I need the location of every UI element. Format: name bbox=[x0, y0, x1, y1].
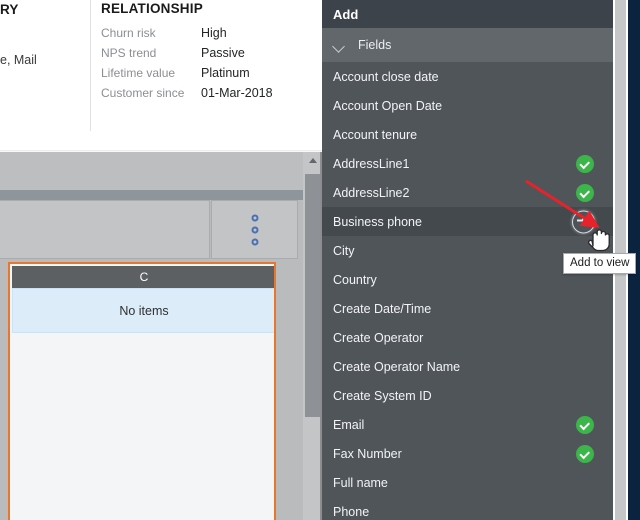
field-row[interactable]: Create Operator Name bbox=[322, 352, 613, 381]
relationship-title: RELATIONSHIP bbox=[101, 1, 203, 16]
field-label: Create Date/Time bbox=[333, 301, 432, 316]
added-check-icon[interactable] bbox=[576, 444, 594, 463]
scrollbar-thumb[interactable] bbox=[305, 174, 320, 417]
added-check-icon[interactable] bbox=[576, 415, 594, 434]
fields-section-label: Fields bbox=[358, 38, 392, 52]
field-row[interactable]: Create System ID bbox=[322, 381, 613, 410]
field-row[interactable]: Phone bbox=[322, 497, 613, 520]
field-row[interactable]: AddressLine1 bbox=[322, 149, 613, 178]
fields-section-header[interactable]: Fields bbox=[322, 28, 613, 62]
summary-card: RY e, Mail RELATIONSHIP Churn risk High … bbox=[0, 0, 322, 152]
added-check-icon[interactable] bbox=[576, 154, 594, 173]
kebab-dot bbox=[251, 238, 258, 245]
kebab-dot bbox=[251, 214, 258, 221]
field-row[interactable]: Full name bbox=[322, 468, 613, 497]
field-label: Phone bbox=[333, 504, 370, 519]
summary-left-subtext: e, Mail bbox=[0, 53, 37, 67]
field-row[interactable]: Account tenure bbox=[322, 120, 613, 149]
field-row[interactable]: Account close date bbox=[322, 62, 613, 91]
screen-root: RY e, Mail RELATIONSHIP Churn risk High … bbox=[0, 0, 640, 520]
relationship-section: RELATIONSHIP Churn risk High NPS trend P… bbox=[101, 0, 273, 106]
relationship-row: Customer since 01-Mar-2018 bbox=[101, 86, 273, 106]
relationship-row: Churn risk High bbox=[101, 26, 273, 46]
field-label: City bbox=[333, 243, 355, 258]
workspace-area: C No items bbox=[0, 152, 322, 520]
field-label: Create Operator Name bbox=[333, 359, 461, 374]
grid-column-header[interactable]: C bbox=[12, 266, 274, 288]
grid-empty-area bbox=[12, 333, 274, 520]
add-panel-header: Add bbox=[322, 0, 613, 28]
grid-empty-message: No items bbox=[12, 288, 274, 333]
churn-risk-label: Churn risk bbox=[101, 26, 156, 40]
workspace-content-box bbox=[0, 200, 210, 259]
lifetime-value-value: Platinum bbox=[201, 66, 250, 80]
field-label: Email bbox=[333, 417, 365, 432]
nps-trend-value: Passive bbox=[201, 46, 245, 60]
field-row[interactable]: Account Open Date bbox=[322, 91, 613, 120]
lifetime-value-label: Lifetime value bbox=[101, 66, 176, 80]
add-to-view-tooltip: Add to view bbox=[563, 253, 637, 274]
field-row[interactable]: Create Date/Time bbox=[322, 294, 613, 323]
field-label: Country bbox=[333, 272, 377, 287]
field-label: AddressLine1 bbox=[333, 156, 410, 171]
workspace-divider bbox=[0, 190, 322, 200]
workspace-panel-boxes bbox=[0, 200, 300, 259]
field-label: Full name bbox=[333, 475, 388, 490]
chevron-down-icon[interactable] bbox=[333, 39, 346, 52]
field-label: Fax Number bbox=[333, 446, 402, 461]
field-label: Account Open Date bbox=[333, 98, 443, 113]
field-label: Account tenure bbox=[333, 127, 418, 142]
pointer-hand-cursor-icon bbox=[588, 229, 610, 252]
data-grid-panel: C No items bbox=[8, 262, 276, 520]
relationship-row: NPS trend Passive bbox=[101, 46, 273, 66]
workspace-menu-box[interactable] bbox=[211, 200, 298, 259]
field-label: Account close date bbox=[333, 69, 439, 84]
customer-since-label: Customer since bbox=[101, 86, 185, 100]
field-row[interactable]: Fax Number bbox=[322, 439, 613, 468]
fields-list[interactable]: Account close date Account Open Date Accou… bbox=[322, 62, 613, 520]
field-row[interactable]: Create Operator bbox=[322, 323, 613, 352]
field-label: AddressLine2 bbox=[333, 185, 410, 200]
field-row[interactable]: Email bbox=[322, 410, 613, 439]
churn-risk-value: High bbox=[201, 26, 227, 40]
summary-left-column: RY e, Mail bbox=[0, 0, 90, 130]
kebab-dot bbox=[251, 226, 258, 233]
kebab-menu-icon[interactable] bbox=[251, 214, 258, 245]
field-label: Create System ID bbox=[333, 388, 432, 403]
field-label: Create Operator bbox=[333, 330, 424, 345]
workspace-toolbar-band bbox=[0, 152, 322, 190]
relationship-row: Lifetime value Platinum bbox=[101, 66, 273, 86]
summary-section-title: RY bbox=[0, 2, 19, 17]
field-label: Business phone bbox=[333, 214, 422, 229]
card-divider bbox=[90, 0, 91, 131]
customer-since-value: 01-Mar-2018 bbox=[201, 86, 273, 100]
nps-trend-label: NPS trend bbox=[101, 46, 157, 60]
add-panel-title: Add bbox=[333, 6, 359, 22]
